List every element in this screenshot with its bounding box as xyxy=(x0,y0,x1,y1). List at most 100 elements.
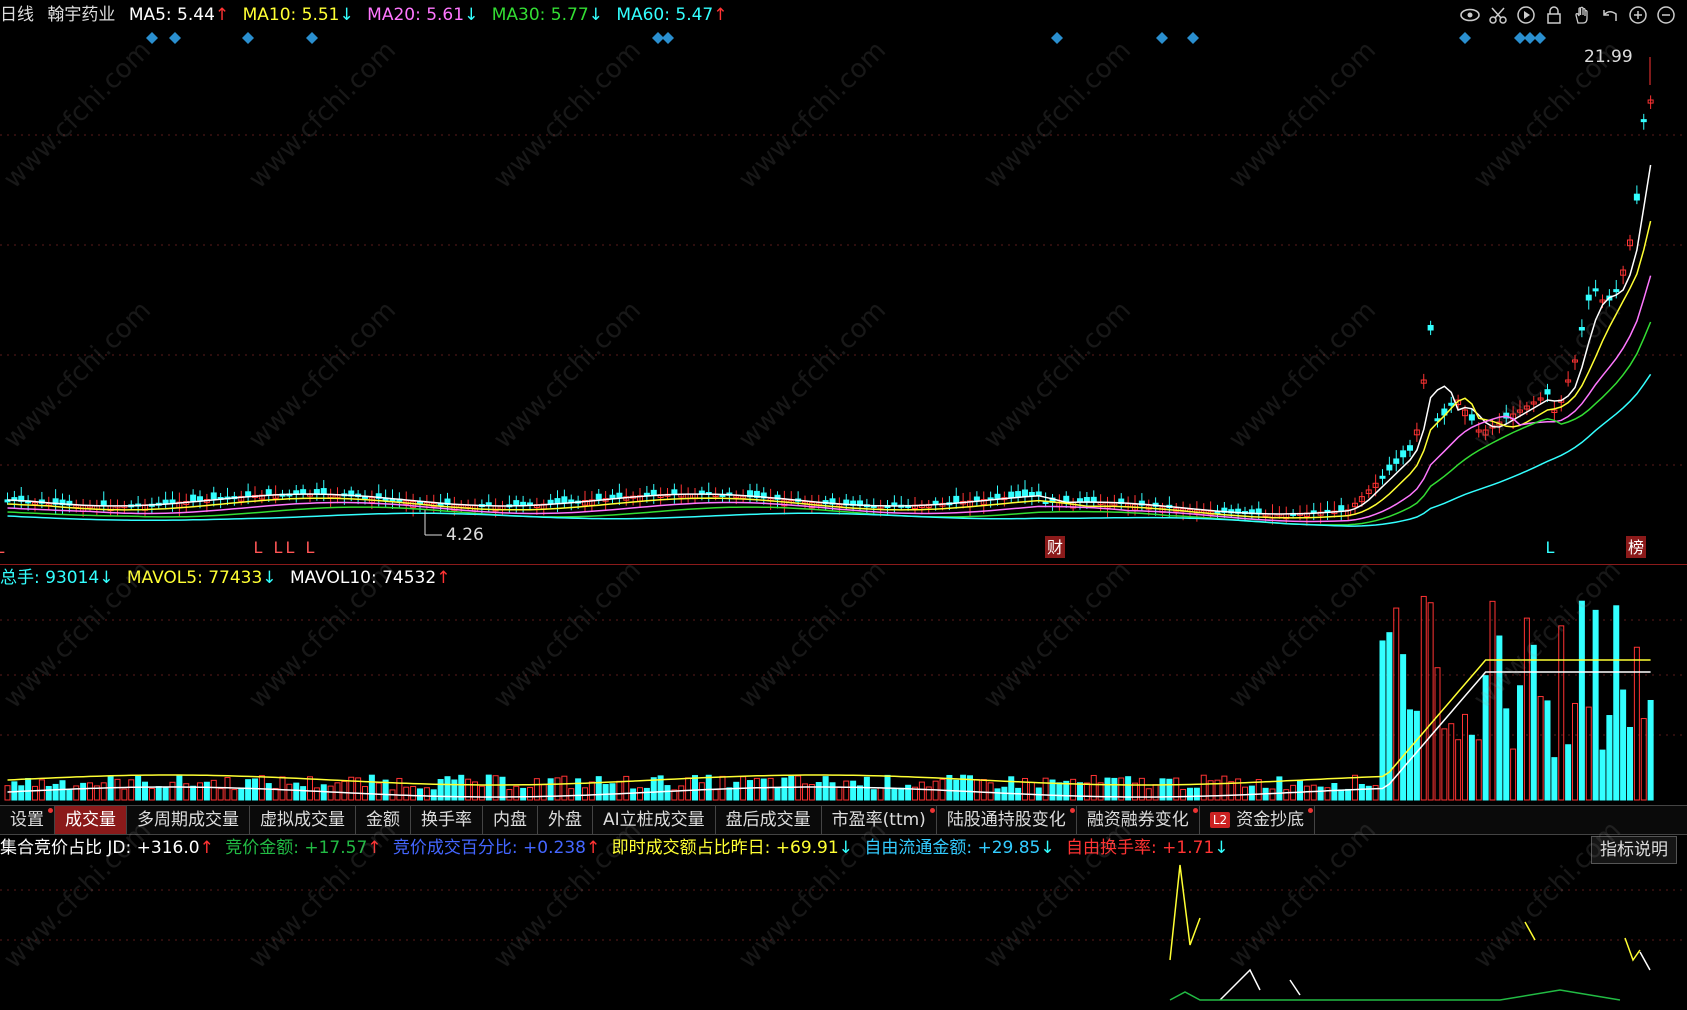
volume-bar xyxy=(403,786,410,801)
chart-markers: LLLLL财L榜 xyxy=(0,536,1646,558)
volume-bar xyxy=(334,782,341,801)
volume-bar xyxy=(1434,667,1441,801)
marker-l: L xyxy=(1546,538,1555,557)
volume-bar xyxy=(575,778,582,801)
signal-diamond xyxy=(1534,32,1546,44)
volume-bar xyxy=(1558,625,1565,801)
volume-bar xyxy=(1441,728,1448,801)
volume-bar xyxy=(1407,709,1413,801)
signal-diamond xyxy=(306,32,318,44)
volume-bar xyxy=(224,777,231,801)
volume-bar xyxy=(142,781,148,801)
candle-body xyxy=(245,491,252,497)
volume-bar xyxy=(1317,786,1324,801)
volume-bar xyxy=(1310,784,1317,801)
volume-bar xyxy=(1537,696,1544,801)
volume-bar xyxy=(1345,788,1352,801)
volume-bar xyxy=(1221,775,1228,801)
instant-ratio: 即时成交额占比昨日: +69.91↓ xyxy=(611,838,853,858)
volume-bar xyxy=(197,782,203,801)
candle-body xyxy=(210,492,217,500)
marker-rank: 榜 xyxy=(1628,538,1644,557)
volume-bar xyxy=(822,776,829,801)
volume-bar xyxy=(1620,689,1627,801)
l2-badge: L2 xyxy=(1209,812,1231,828)
candle-body xyxy=(1427,324,1434,331)
tab-margin-trading[interactable]: 融资融券变化 xyxy=(1077,806,1200,834)
volume-bar xyxy=(1097,782,1104,801)
indicator-line xyxy=(1289,979,1301,996)
volume-bar xyxy=(815,781,822,801)
volume-bar xyxy=(630,788,637,801)
candle-body xyxy=(561,496,568,503)
volume-bar xyxy=(1551,757,1558,801)
volume-bar xyxy=(18,785,25,801)
candle-body xyxy=(1008,491,1015,498)
candle-body xyxy=(169,499,176,504)
tab-inner[interactable]: 内盘 xyxy=(483,806,538,834)
volume-bar xyxy=(568,788,575,801)
volume-bar xyxy=(1544,700,1551,801)
volume-bar xyxy=(1482,675,1489,801)
signal-diamond xyxy=(242,32,254,44)
candle-body xyxy=(650,489,657,496)
volume-bar xyxy=(1413,710,1420,801)
tab-bottom-fishing[interactable]: L2 资金抄底 xyxy=(1200,806,1316,834)
tab-pe-ttm[interactable]: 市盈率(ttm) xyxy=(822,806,937,834)
ma-line xyxy=(7,220,1652,519)
tab-settings[interactable]: 设置 xyxy=(0,806,55,834)
candle-body xyxy=(1035,491,1042,496)
tab-amount[interactable]: 金额 xyxy=(356,806,411,834)
volume-bar xyxy=(1640,718,1647,801)
candle-body xyxy=(973,496,980,501)
signal-diamond xyxy=(662,32,674,44)
volume-bar xyxy=(760,778,767,801)
tab-multi-period-volume[interactable]: 多周期成交量 xyxy=(127,806,250,834)
volume-bar xyxy=(25,777,32,801)
pane-divider[interactable] xyxy=(0,564,1687,565)
indicator-line xyxy=(1624,937,1641,962)
marker-finance: 财 xyxy=(1047,538,1063,557)
volume-bar xyxy=(1578,600,1585,801)
volume-bar xyxy=(698,782,705,801)
volume-bar xyxy=(829,782,836,801)
free-turnover: 自由换手率: +1.71↓ xyxy=(1066,838,1229,858)
volume-bar xyxy=(1283,789,1290,801)
indicator-tabs: 设置 成交量 多周期成交量 虚拟成交量 金额 换手率 内盘 外盘 AI立桩成交量… xyxy=(0,805,1687,835)
volume-bar xyxy=(1627,726,1633,801)
candle-body xyxy=(1407,445,1413,451)
volume-bar xyxy=(1386,632,1393,801)
volume-bar xyxy=(162,786,169,801)
volume-legend: 总手: 93014↓ MAVOL5: 77433↓ MAVOL10: 74532… xyxy=(0,566,458,590)
tab-virtual-volume[interactable]: 虚拟成交量 xyxy=(250,806,356,834)
candle-body xyxy=(547,499,554,505)
candle-body xyxy=(1544,389,1551,395)
volume-bar xyxy=(293,782,300,801)
tab-northbound-holdings[interactable]: 陆股通持股变化 xyxy=(937,806,1077,834)
volume-bar xyxy=(217,788,224,801)
candle-body xyxy=(1015,491,1022,497)
volume-bar xyxy=(100,782,107,801)
tab-after-hours-volume[interactable]: 盘后成交量 xyxy=(716,806,822,834)
tab-turnover[interactable]: 换手率 xyxy=(411,806,483,834)
low-price-label: 4.26 xyxy=(446,525,484,545)
marker-l: L xyxy=(274,538,283,557)
indicator-line xyxy=(1524,921,1536,941)
tab-outer[interactable]: 外盘 xyxy=(538,806,593,834)
volume-bar xyxy=(527,786,533,801)
tab-ai-volume[interactable]: AI立桩成交量 xyxy=(593,806,716,834)
candle-body xyxy=(1592,288,1599,292)
tab-volume[interactable]: 成交量 xyxy=(55,806,127,834)
volume-bar xyxy=(650,777,657,801)
volume-bar xyxy=(66,789,73,801)
candle-body xyxy=(162,499,169,504)
indicator-explain-button[interactable]: 指标说明 xyxy=(1591,836,1677,864)
marker-l: L xyxy=(0,538,5,557)
volume-bar xyxy=(774,787,781,801)
volume-bar xyxy=(1083,782,1090,801)
volume-bar xyxy=(602,784,609,801)
volume-bar xyxy=(148,787,155,801)
volume-bar xyxy=(59,780,66,801)
volume-bar xyxy=(513,785,520,801)
volume-bar xyxy=(128,779,135,801)
